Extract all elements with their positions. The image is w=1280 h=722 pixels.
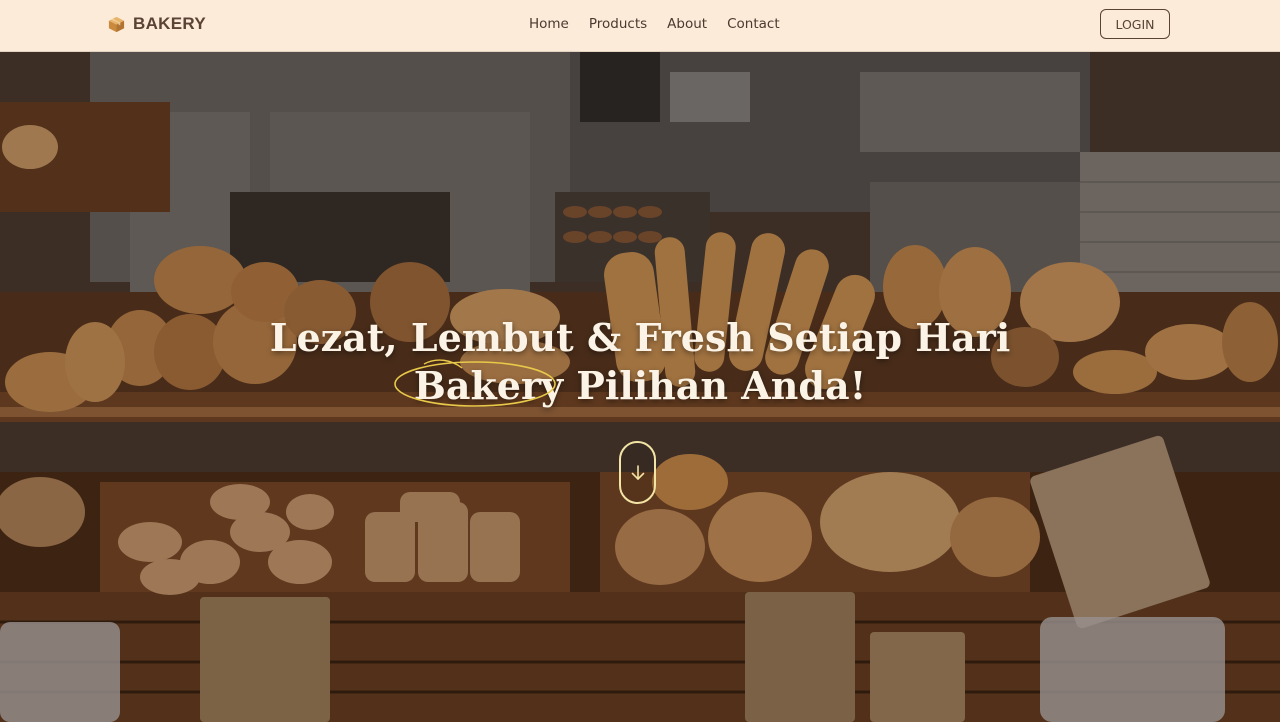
hero-title-line1: Lezat, Lembut & Fresh Setiap Hari: [269, 315, 1011, 360]
brand-name: BAKERY: [133, 14, 206, 33]
nav-link-home[interactable]: Home: [529, 16, 569, 32]
nav-link-products[interactable]: Products: [589, 16, 647, 32]
hero-title-line2: Bakery Pilihan Anda!: [0, 359, 1280, 410]
main-nav: Home Products About Contact: [529, 16, 800, 32]
highlight-word: Bakery: [393, 359, 564, 410]
box-icon: [108, 16, 125, 32]
hero-section: Lezat, Lembut & Fresh Setiap Hari Bakery…: [0, 52, 1280, 722]
scroll-down-button[interactable]: [619, 441, 656, 504]
nav-link-about[interactable]: About: [667, 16, 707, 32]
hero-title: Lezat, Lembut & Fresh Setiap Hari Bakery…: [0, 314, 1280, 410]
nav-link-contact[interactable]: Contact: [727, 16, 780, 32]
navbar: BAKERY Home Products About Contact LOGIN: [0, 0, 1280, 52]
login-button[interactable]: LOGIN: [1100, 9, 1170, 39]
highlight-word-text: Bakery: [413, 363, 564, 408]
hero-title-line2-rest: Pilihan Anda!: [576, 363, 867, 408]
brand-logo[interactable]: BAKERY: [107, 14, 206, 34]
arrow-down-icon: [631, 464, 644, 480]
